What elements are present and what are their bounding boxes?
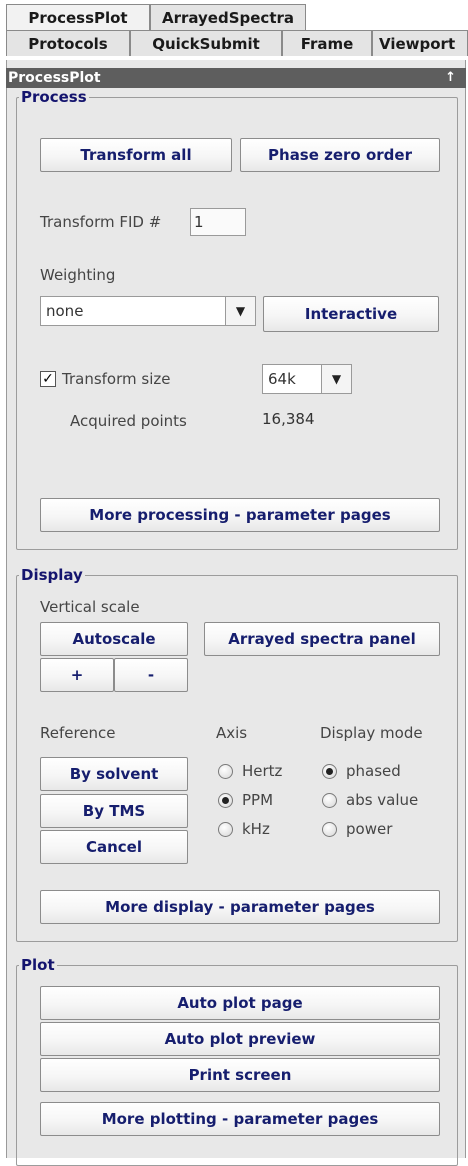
- display-mode-label: Display mode: [320, 724, 423, 742]
- transform-size-checkbox[interactable]: ✓: [40, 371, 56, 387]
- transform-size-select[interactable]: 64k ▼: [262, 364, 352, 394]
- transform-fid-input[interactable]: 1: [190, 208, 246, 236]
- chevron-down-icon[interactable]: ▼: [225, 297, 255, 325]
- mode-option-power: power: [346, 820, 393, 838]
- panel-title: ProcessPlot: [8, 70, 101, 86]
- axis-option-khz: kHz: [242, 820, 270, 838]
- scale-down-button[interactable]: -: [114, 658, 188, 692]
- axis-radio-ppm[interactable]: [218, 793, 233, 808]
- by-solvent-button[interactable]: By solvent: [40, 757, 188, 791]
- auto-plot-page-button[interactable]: Auto plot page: [40, 986, 440, 1020]
- mode-option-abs-value: abs value: [346, 791, 419, 809]
- mode-option-phased: phased: [346, 762, 401, 780]
- panel-title-bar: ProcessPlot ↑: [6, 68, 466, 88]
- transform-size-label: Transform size: [62, 370, 171, 388]
- scale-up-button[interactable]: +: [40, 658, 114, 692]
- pin-icon[interactable]: ↑: [445, 68, 456, 88]
- acquired-points-label: Acquired points: [70, 412, 187, 430]
- axis-radio-hertz[interactable]: [218, 764, 233, 779]
- cancel-button[interactable]: Cancel: [40, 830, 188, 864]
- transform-all-button[interactable]: Transform all: [40, 138, 232, 172]
- by-tms-button[interactable]: By TMS: [40, 794, 188, 828]
- more-display-button[interactable]: More display - parameter pages: [40, 890, 440, 924]
- transform-size-value: 64k: [268, 370, 296, 388]
- interactive-button[interactable]: Interactive: [263, 296, 439, 332]
- tab-processplot[interactable]: ProcessPlot: [6, 4, 150, 30]
- more-processing-button[interactable]: More processing - parameter pages: [40, 498, 440, 532]
- mode-radio-power[interactable]: [322, 822, 337, 837]
- plot-legend: Plot: [21, 956, 55, 974]
- more-plotting-button[interactable]: More plotting - parameter pages: [40, 1102, 440, 1136]
- tab-quicksubmit[interactable]: QuickSubmit: [130, 30, 282, 56]
- axis-label: Axis: [216, 724, 248, 742]
- print-screen-button[interactable]: Print screen: [40, 1058, 440, 1092]
- reference-label: Reference: [40, 724, 116, 742]
- display-legend: Display: [21, 566, 83, 584]
- weighting-select[interactable]: none ▼: [40, 296, 256, 326]
- axis-option-ppm: PPM: [242, 791, 274, 809]
- axis-radio-khz[interactable]: [218, 822, 233, 837]
- vertical-scale-label: Vertical scale: [40, 598, 140, 616]
- auto-plot-preview-button[interactable]: Auto plot preview: [40, 1022, 440, 1056]
- process-legend: Process: [21, 88, 87, 106]
- mode-radio-abs-value[interactable]: [322, 793, 337, 808]
- weighting-value: none: [46, 302, 84, 320]
- acquired-points-value: 16,384: [262, 410, 315, 428]
- chevron-down-icon[interactable]: ▼: [321, 365, 351, 393]
- tab-arrayedspectra[interactable]: ArrayedSpectra: [150, 4, 306, 30]
- tab-viewport[interactable]: Viewport: [372, 30, 468, 56]
- weighting-label: Weighting: [40, 266, 116, 284]
- arrayed-spectra-panel-button[interactable]: Arrayed spectra panel: [204, 622, 440, 656]
- phase-zero-order-button[interactable]: Phase zero order: [240, 138, 440, 172]
- tab-protocols[interactable]: Protocols: [6, 30, 130, 56]
- mode-radio-phased[interactable]: [322, 764, 337, 779]
- tab-frame[interactable]: Frame: [282, 30, 372, 56]
- autoscale-button[interactable]: Autoscale: [40, 622, 188, 656]
- transform-fid-label: Transform FID #: [40, 213, 162, 231]
- axis-option-hertz: Hertz: [242, 762, 283, 780]
